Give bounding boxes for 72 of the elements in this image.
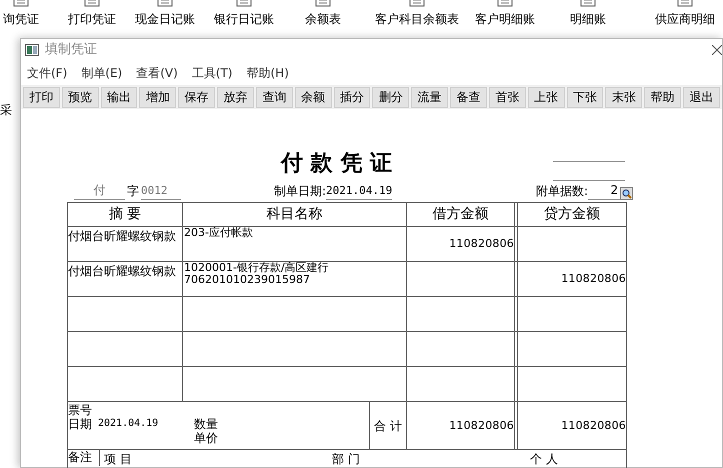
amount-value: 110820806 [561, 417, 626, 434]
date-label: 日期 [68, 417, 92, 431]
voucher-type-suffix: 字 [127, 183, 139, 200]
desktop-shortcut[interactable]: 客户明细账 [475, 0, 535, 28]
ticket-label: 票号 [68, 403, 92, 417]
toolbar-button[interactable]: 删分 [372, 86, 410, 108]
toolbar-button[interactable]: 备查 [450, 86, 487, 108]
column-header: 借方金额 [406, 202, 514, 226]
toolbar-button[interactable]: 输出 [100, 86, 138, 108]
toolbar-button[interactable]: 首张 [488, 86, 526, 108]
date-value: 2021.04.19 [98, 417, 160, 431]
menu-item[interactable]: 工具(T) [192, 64, 232, 82]
column-header: 摘 要 [68, 202, 182, 226]
menu-item[interactable]: 制单(E) [81, 64, 122, 82]
toolbar-button[interactable]: 打印 [23, 86, 60, 108]
amount-value: 110820806 [561, 270, 626, 287]
account-text: 1020001-银行存款/高区建行 [184, 262, 330, 274]
document-icon [82, 0, 102, 8]
date-label: 制单日期: [274, 183, 326, 200]
document-icon [675, 0, 695, 8]
document-icon [155, 0, 175, 8]
toolbar-button[interactable]: 余额 [294, 86, 332, 108]
toolbar-button[interactable]: 上张 [528, 86, 565, 108]
total-label: 合 计 [370, 402, 406, 450]
voucher-title: 付 款 凭 证 [281, 149, 392, 178]
document-icon [578, 0, 598, 8]
date-field[interactable]: 2021.04.19 [326, 182, 392, 200]
summary-cell: 付烟台昕耀螺纹钢款 [68, 226, 182, 262]
account-text: 203-应付帐款 [184, 227, 254, 239]
voucher-type[interactable]: 付 [74, 181, 125, 200]
toolbar-button[interactable]: 增加 [139, 86, 176, 108]
unit-price-label: 单价 [194, 431, 220, 445]
toolbar-button[interactable]: 下张 [566, 86, 604, 108]
column-header: 科目名称 [182, 202, 406, 226]
desktop-shortcut[interactable]: 银行日记账 [214, 0, 274, 28]
document-icon [11, 0, 31, 8]
menu-item[interactable]: 文件(F) [27, 64, 68, 82]
desktop-shortcut[interactable]: 明细账 [570, 0, 606, 28]
amount-value: 110820806 [449, 236, 514, 252]
toolbar-button[interactable]: 查询 [256, 86, 293, 108]
toolbar-button[interactable]: 放弃 [217, 86, 254, 108]
toolbar-button[interactable]: 流量 [411, 86, 448, 108]
background-label: 采 [0, 102, 12, 119]
desktop-shortcut[interactable]: 客户科目余额表 [375, 0, 459, 28]
desktop-shortcut[interactable]: 询凭证 [3, 0, 39, 28]
app-icon [25, 44, 39, 56]
toolbar-button[interactable]: 预览 [62, 86, 99, 108]
desktop-shortcut[interactable]: 供应商明细 [655, 0, 715, 28]
column-header: 贷方金额 [518, 202, 626, 226]
voucher-number[interactable]: 0012 [141, 182, 181, 200]
account-text: 706201010239015987 [184, 274, 311, 286]
close-icon[interactable] [712, 45, 722, 55]
desktop-shortcut[interactable]: 现金日记账 [135, 0, 195, 28]
amount-value: 110820806 [449, 417, 514, 434]
toolbar-button[interactable]: 插分 [334, 86, 370, 108]
desktop-shortcut[interactable]: 余额表 [305, 0, 341, 28]
document-icon [313, 0, 333, 8]
desktop-shortcut[interactable]: 打印凭证 [68, 0, 116, 28]
attachments-label: 附单据数: [536, 183, 588, 200]
summary-cell: 付烟台昕耀螺纹钢款 [68, 262, 182, 296]
menu-item[interactable]: 帮助(H) [246, 64, 289, 82]
toolbar-button[interactable]: 退出 [683, 86, 720, 108]
quantity-label: 数量 [194, 417, 220, 431]
document-icon [407, 0, 427, 8]
document-icon [495, 0, 515, 8]
window-title: 填制凭证 [45, 41, 97, 60]
menu-item[interactable]: 查看(V) [136, 64, 178, 82]
toolbar-button[interactable]: 帮助 [644, 86, 682, 108]
toolbar-button[interactable]: 保存 [178, 86, 216, 108]
toolbar-button[interactable]: 末张 [605, 86, 642, 108]
search-icon[interactable] [620, 187, 634, 200]
document-icon [234, 0, 254, 8]
